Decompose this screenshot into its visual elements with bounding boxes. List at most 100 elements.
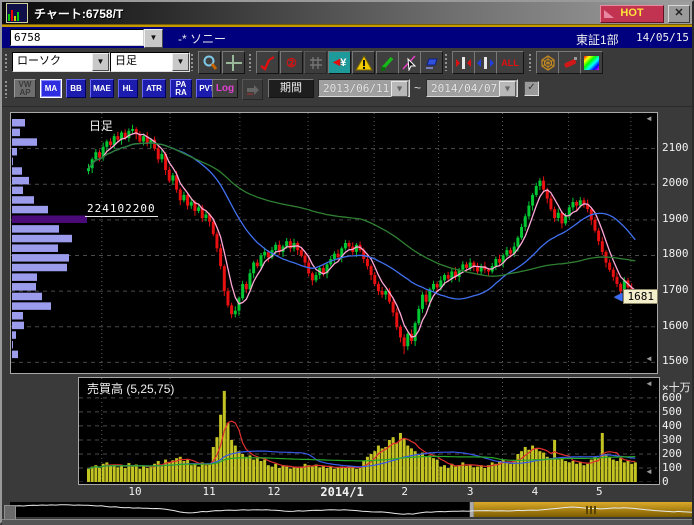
volume-profile [12,119,87,358]
tilde-label: ~ [414,81,421,95]
zoom-button[interactable] [198,51,221,74]
expand-candles-icon [455,55,473,71]
indicator-button-ma[interactable]: MA [40,79,62,98]
app-icon-bar [11,10,13,21]
grip-handle[interactable] [190,53,195,71]
circled-two-button[interactable]: ② [280,51,303,74]
navigator-strip[interactable] [10,502,692,517]
rainbow-icon [584,56,599,70]
all-label: ALL [501,58,519,68]
x-tick-label: 12 [267,485,280,498]
x-tick-label: 5 [596,485,603,498]
chevron-down-icon[interactable]: ▼ [92,53,109,71]
volume-title: 売買高 (5,25,75) [87,380,174,397]
info-bar: ▼ -* ソニー 東証1部 14/05/15 [2,27,692,48]
crosshair-button[interactable] [222,51,245,74]
trendline-check-icon [260,55,276,71]
app-icon-bar [17,12,19,21]
arrow-left-icon: ◀ [614,290,622,303]
yen-scale-button[interactable]: ◀ ¥ [328,51,351,74]
navigator-window[interactable] [474,502,692,517]
scale-marker[interactable]: ◄ [645,355,653,363]
price-tick-label: 2000 [662,176,689,189]
narrow-bars-button[interactable] [474,51,497,74]
x-tick-label: 11 [202,485,215,498]
scale-marker[interactable]: ◄ [645,380,653,388]
shrink-candles-icon [477,55,495,71]
dynamite-button[interactable] [558,51,581,74]
price-tick-label: 1900 [662,212,689,225]
hot-triangle-icon [604,10,614,18]
volume-tick-label: 600 [662,391,682,404]
scale-marker[interactable]: ◄ [645,468,653,476]
chevron-down-icon: ▼ [499,81,516,97]
draw-pen-button[interactable] [376,51,399,74]
app-icon-bar [14,16,16,21]
app-icon [6,3,28,23]
hot-label: HOT [620,7,643,19]
trendline-button[interactable] [256,51,279,74]
price-plot-canvas[interactable] [11,113,657,373]
navigator-corner [4,505,16,520]
volume-pane[interactable]: 売買高 (5,25,75) ◄ ◄ [78,377,660,485]
price-pane[interactable]: 日足 224102200 ◄ ◄ [10,112,658,374]
log-scale-button[interactable]: Log [212,79,238,98]
widen-bars-button[interactable] [452,51,475,74]
alert-button[interactable] [352,51,375,74]
grip-handle[interactable] [248,53,253,71]
date-from-value: 2013/06/11 [323,82,389,95]
indicator-button-hl[interactable]: HL [118,79,138,98]
price-tick-label: 1700 [662,283,689,296]
grip-handle[interactable] [444,53,449,71]
grip-handle[interactable] [4,53,9,71]
all-range-button[interactable]: ALL [496,51,524,74]
eraser-icon [424,55,440,71]
symbol-dropdown-button[interactable]: ▼ [144,29,163,48]
navigator-handle[interactable] [470,502,474,517]
pen-icon [380,55,396,71]
chart-window: { "window": { "title": "チャート:6758/T", "h… [0,0,694,524]
x-tick-label: 3 [467,485,474,498]
timeframe-value: 日足 [115,55,137,67]
log-label: Log [216,83,234,94]
date-label: 14/05/15 [636,31,689,44]
dynamite-icon [562,55,578,71]
toolbar-row-1: ローソク ▼ 日足 ▼ ② ◀ ¥ [2,51,692,73]
symbol-input[interactable] [10,29,144,46]
candles-layer [87,125,637,354]
indicator-button-mae[interactable]: MAE [90,79,114,98]
x-tick-label: 2014/1 [320,485,363,499]
timeframe-select[interactable]: 日足 ▼ [110,52,190,72]
web-chart-button[interactable] [536,51,559,74]
title-bar[interactable]: チャート:6758/T HOT ✕ [2,2,692,24]
indicator-button-para[interactable]: PARA [170,79,192,98]
grip-handle[interactable] [528,53,533,71]
eraser-button[interactable] [420,51,443,74]
price-tick-label: 2100 [662,141,689,154]
period-button[interactable]: 期間 [268,79,314,98]
grip-handle[interactable] [4,80,9,98]
select-line-button[interactable] [398,51,421,74]
color-palette-button[interactable] [580,51,603,74]
indicator-button-bb[interactable]: BB [66,79,86,98]
app-icon-bar [8,14,10,21]
chart-type-select[interactable]: ローソク ▼ [12,52,110,72]
close-button[interactable]: ✕ [668,5,690,23]
check-icon: ✓ [527,82,535,93]
stock-name: -* ソニー [178,30,226,47]
x-tick-label: 2 [401,485,408,498]
chevron-down-icon[interactable]: ▼ [172,53,189,71]
indicator-button-vwap[interactable]: VWAP [14,79,36,98]
scale-marker[interactable]: ◄ [645,115,653,123]
market-label: 東証1部 [576,31,619,48]
period-checkbox[interactable]: ✓ [524,81,539,96]
x-tick-label: 4 [532,485,539,498]
volume-tick-label: 300 [662,433,682,446]
indicator-button-atr[interactable]: ATR [142,79,166,98]
x-tick-label: 10 [128,485,141,498]
last-price-marker: ◀ 1681 [614,289,658,304]
hot-button[interactable]: HOT [600,5,664,23]
window-title: チャート:6758/T [34,5,123,22]
grid-icon [309,56,323,70]
circled-two-icon: ② [286,56,297,70]
